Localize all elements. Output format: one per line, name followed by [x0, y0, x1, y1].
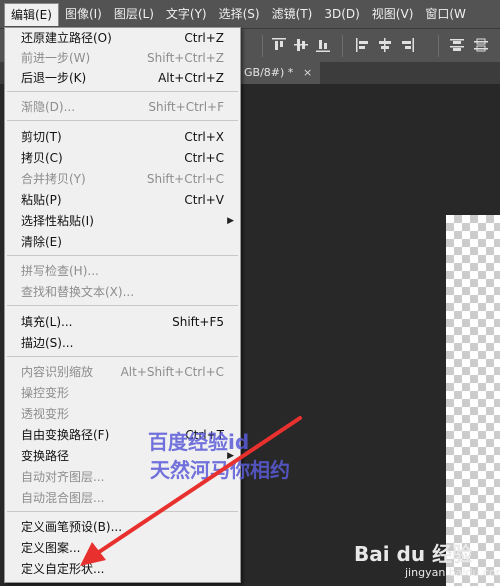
- annotation-arrow-icon: [80, 416, 302, 566]
